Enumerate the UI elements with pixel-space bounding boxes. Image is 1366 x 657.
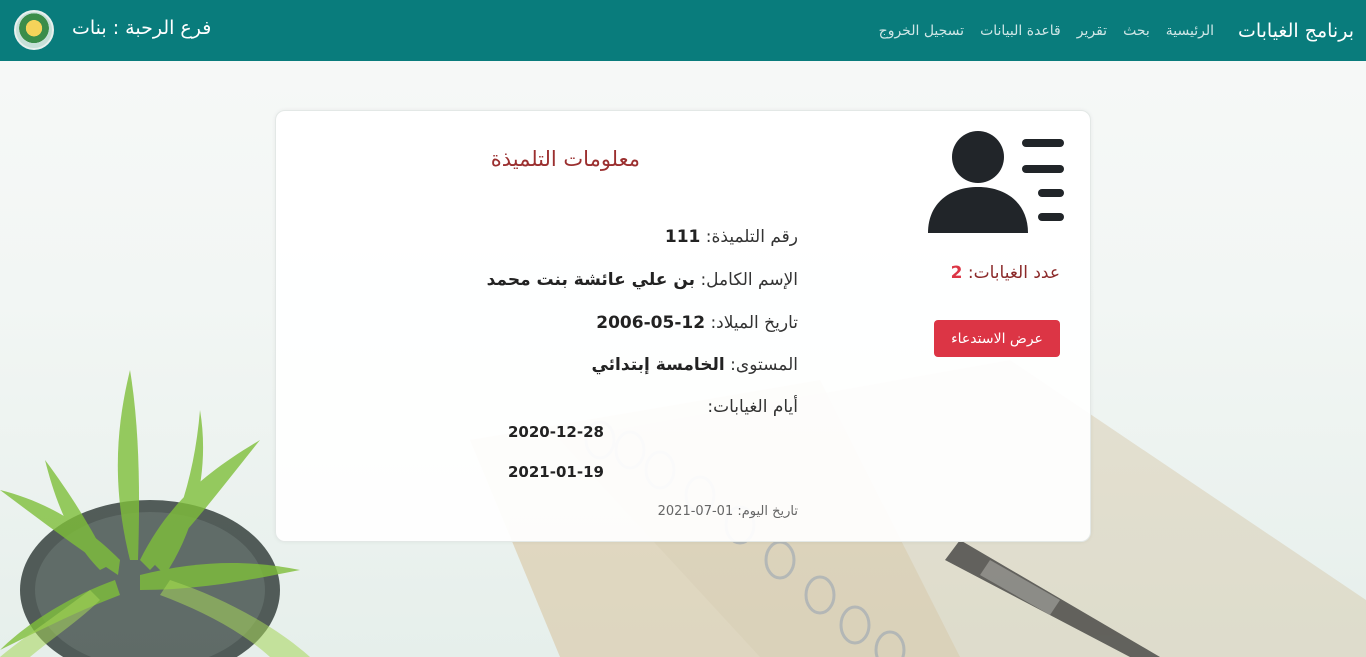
student-info-card: عدد الغيابات: 2 عرض الاستدعاء معلومات ال… [275,110,1091,542]
today-value: 01-07-2021 [657,504,734,519]
level-label: المستوى: [730,355,798,375]
nav-link-home[interactable]: الرئيسية [1166,20,1214,42]
view-summons-button[interactable]: عرض الاستدعاء [934,320,1060,357]
nav-links: الرئيسية بحث تقرير قاعدة البيانات تسجيل … [879,20,1214,42]
birth-date-value: 12-05-2006 [596,313,706,333]
absence-count: عدد الغيابات: 2 [951,263,1060,283]
birth-date-label: تاريخ الميلاد: [710,313,798,333]
brand-title[interactable]: برنامج الغيابات [1238,18,1354,44]
today-date: تاريخ اليوم: 01-07-2021 [658,504,798,519]
user-profile-icon [928,131,1064,233]
top-navbar: برنامج الغيابات الرئيسية بحث تقرير قاعدة… [0,0,1366,61]
student-name-label: الإسم الكامل: [700,270,798,290]
student-id-label: رقم التلميذة: [705,227,798,247]
birth-date-row: تاريخ الميلاد: 12-05-2006 [596,311,798,335]
student-id-row: رقم التلميذة: 111 [665,225,798,249]
nav-link-logout[interactable]: تسجيل الخروج [879,20,964,42]
student-name-row: الإسم الكامل: بن علي عائشة بنت محمد [487,268,798,292]
absence-count-label: عدد الغيابات: [967,263,1060,283]
absence-day-item: 2020-12-28 [508,423,604,441]
branch-label: فرع الرحبة : بنات [72,17,212,39]
student-name-value: بن علي عائشة بنت محمد [486,270,696,290]
absence-days-label: أيام الغيابات: [707,397,798,417]
nav-link-report[interactable]: تقرير [1077,20,1107,42]
nav-link-search[interactable]: بحث [1123,20,1150,42]
level-row: المستوى: الخامسة إبتدائي [591,353,798,377]
nav-link-database[interactable]: قاعدة البيانات [980,20,1061,42]
school-logo [14,10,54,50]
absence-count-value: 2 [950,263,963,283]
card-title: معلومات التلميذة [490,147,640,171]
today-label: تاريخ اليوم: [737,504,798,519]
student-id-value: 111 [664,227,701,247]
absence-day-item: 2021-01-19 [508,463,604,481]
level-value: الخامسة إبتدائي [591,355,725,375]
